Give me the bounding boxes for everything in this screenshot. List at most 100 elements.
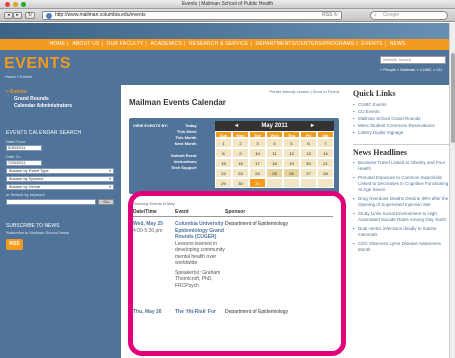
quick-link-cu-events[interactable]: CU Events: [353, 108, 449, 115]
calendar-empty-cell: [300, 178, 317, 188]
nav-home[interactable]: HOME: [49, 41, 65, 47]
calendar-day[interactable]: 28: [317, 168, 334, 178]
calendar-day[interactable]: 7: [317, 138, 334, 148]
keyword-search-row: Go: [6, 199, 115, 205]
calendar-day[interactable]: 30: [232, 178, 249, 188]
subscribe-heading: SUBSCRIBE TO NEWS: [6, 223, 60, 229]
date-from-field[interactable]: 5/30/2011: [6, 145, 42, 151]
venue-select[interactable]: Browse by Venue ▾: [6, 184, 114, 190]
news-list: Business Travel Linked to Obesity and Po…: [353, 160, 449, 253]
calendar-day[interactable]: 25: [266, 168, 283, 178]
calendar-empty-cell: [317, 178, 334, 188]
news-item[interactable]: Dual centric infections deadly to marine…: [353, 226, 449, 238]
date-to-field[interactable]: 7/29/2011: [6, 160, 42, 166]
nav-about-us[interactable]: ABOUT US: [72, 41, 99, 47]
calendar-day[interactable]: 6: [300, 138, 317, 148]
nav-our-faculty[interactable]: OUR FACULTY: [107, 41, 144, 47]
title-bar: Events | Mailman School of Public Health: [0, 0, 455, 9]
tech-support-link[interactable]: Tech Support: [171, 165, 196, 171]
right-column: Quick Links CUMC Events CU Events Mailma…: [347, 85, 455, 358]
calendar-day[interactable]: 29: [215, 178, 232, 188]
calendar-day[interactable]: 12: [283, 148, 300, 158]
calendar-day[interactable]: 27: [300, 168, 317, 178]
quick-link-lottery[interactable]: Lottery Digital Signage: [353, 129, 449, 136]
calendar-month-label: May 2011: [261, 123, 288, 129]
calendar-day[interactable]: 24: [249, 168, 266, 178]
quick-link-grand-rounds[interactable]: Mailman School Grand Rounds: [353, 115, 449, 122]
url-text: http://www.mailman.columbia.edu/events: [55, 12, 146, 18]
event-type-select-label: Browse by Event Type: [9, 168, 49, 173]
calendar-day[interactable]: 2: [232, 138, 249, 148]
sidebar-item-calendar-admins[interactable]: Calendar Administrators: [6, 103, 115, 110]
mini-calendar: ◂ May 2011 ▸ Sun Mon Tue Wed Thu Fri Sat 1 2 3 4 5 6…: [215, 121, 334, 188]
calendar-day[interactable]: 26: [283, 168, 300, 178]
calendar-day[interactable]: 14: [317, 148, 334, 158]
calendar-day[interactable]: 21: [317, 158, 334, 168]
calendar-day[interactable]: 1: [215, 138, 232, 148]
forward-arrow-icon[interactable]: ▸: [13, 12, 22, 19]
event-type-select[interactable]: Browse by Event Type ▾: [6, 168, 114, 174]
sidebar-item-grand-rounds[interactable]: Grand Rounds: [6, 96, 115, 103]
sponsor-select[interactable]: Browse by Sponsor ▾: [6, 176, 114, 182]
site-globe-icon: [46, 13, 52, 19]
browser-search-input[interactable]: ⌕ Google: [370, 11, 448, 20]
site-banner: [0, 23, 455, 39]
breadcrumb[interactable]: Home » Events: [5, 74, 32, 79]
calendar-day[interactable]: 31: [249, 178, 266, 188]
site-search-input[interactable]: Website Search: [380, 56, 446, 64]
left-sidebar: » Events Grand Rounds Calendar Administr…: [0, 85, 121, 358]
reload-icon[interactable]: ↻: [25, 12, 35, 19]
calendar-day[interactable]: 5: [283, 138, 300, 148]
nav-research-service[interactable]: RESEARCH & SERVICE: [189, 41, 248, 47]
calendar-day-header: Sun: [215, 131, 232, 138]
nav-academics[interactable]: ACADEMICS: [150, 41, 182, 47]
news-item[interactable]: Study Links Social Environment to High A…: [353, 211, 449, 223]
nav-news[interactable]: NEWS: [390, 41, 406, 47]
calendar-day[interactable]: 11: [266, 148, 283, 158]
prev-month-icon[interactable]: ◂: [235, 121, 238, 131]
news-item[interactable]: Prenatal Exposure to Common Insecticide …: [353, 175, 449, 193]
keyword-go-button[interactable]: Go: [98, 199, 114, 205]
calendar-search-heading: EVENTS CALENDAR SEARCH: [6, 130, 82, 136]
subscribe-link[interactable]: Subscribe to Mailman School News: [6, 230, 115, 235]
calendar-day[interactable]: 22: [215, 168, 232, 178]
calendar-day[interactable]: 13: [300, 148, 317, 158]
calendar-day[interactable]: 19: [283, 158, 300, 168]
quick-link-reservations[interactable]: Mess Student Commons Reservations: [353, 122, 449, 129]
scrollbar-thumb[interactable]: [451, 53, 455, 143]
calendar-day[interactable]: 16: [232, 158, 249, 168]
page-scrollbar[interactable]: [449, 23, 455, 358]
calendar-day[interactable]: 10: [249, 148, 266, 158]
calendar-day[interactable]: 20: [300, 158, 317, 168]
nav-events[interactable]: EVENTS: [361, 41, 382, 47]
calendar-day-header: Mon: [232, 131, 249, 138]
chevron-down-icon: ▾: [108, 184, 111, 189]
calendar-day[interactable]: 8: [215, 148, 232, 158]
calendar-day[interactable]: 9: [232, 148, 249, 158]
news-item[interactable]: Drug Overdose Deaths Decline 39% after t…: [353, 196, 449, 208]
site-links[interactable]: » People » Mailman » CUMC » CU: [380, 67, 442, 72]
print-links[interactable]: Printer-friendly version | Send to Frien…: [129, 89, 339, 94]
calendar-day[interactable]: 15: [215, 158, 232, 168]
calendar-day[interactable]: 18: [266, 158, 283, 168]
site-header: HOME | ABOUT US | OUR FACULTY | ACADEMICS | …: [0, 23, 455, 85]
news-item[interactable]: Business Travel Linked to Obesity and Po…: [353, 160, 449, 172]
chevron-down-icon: ▾: [108, 168, 111, 173]
keyword-search-input[interactable]: [6, 199, 96, 205]
date-to-label: Date To:: [6, 154, 21, 159]
sidebar-item-events[interactable]: » Events: [6, 89, 27, 95]
back-arrow-icon[interactable]: ◂: [4, 12, 13, 19]
calendar-day[interactable]: 23: [232, 168, 249, 178]
news-item[interactable]: CDC Observes Lyme Disease Awareness Mont…: [353, 241, 449, 253]
view-next-month-link[interactable]: Next Month: [171, 141, 197, 147]
rss-feed-icon[interactable]: RSS ↻: [322, 12, 338, 19]
calendar-day[interactable]: 4: [266, 138, 283, 148]
next-month-icon[interactable]: ▸: [311, 121, 314, 131]
calendar-day-header: Fri: [300, 131, 317, 138]
address-bar[interactable]: http://www.mailman.columbia.edu/events R…: [42, 11, 342, 20]
rss-icon[interactable]: RSS: [6, 239, 23, 250]
calendar-day[interactable]: 17: [249, 158, 266, 168]
nav-departments[interactable]: DEPARTMENTS/CENTERS/PROGRAMS: [256, 41, 355, 47]
quick-link-cumc-events[interactable]: CUMC Events: [353, 101, 449, 108]
calendar-day[interactable]: 3: [249, 138, 266, 148]
